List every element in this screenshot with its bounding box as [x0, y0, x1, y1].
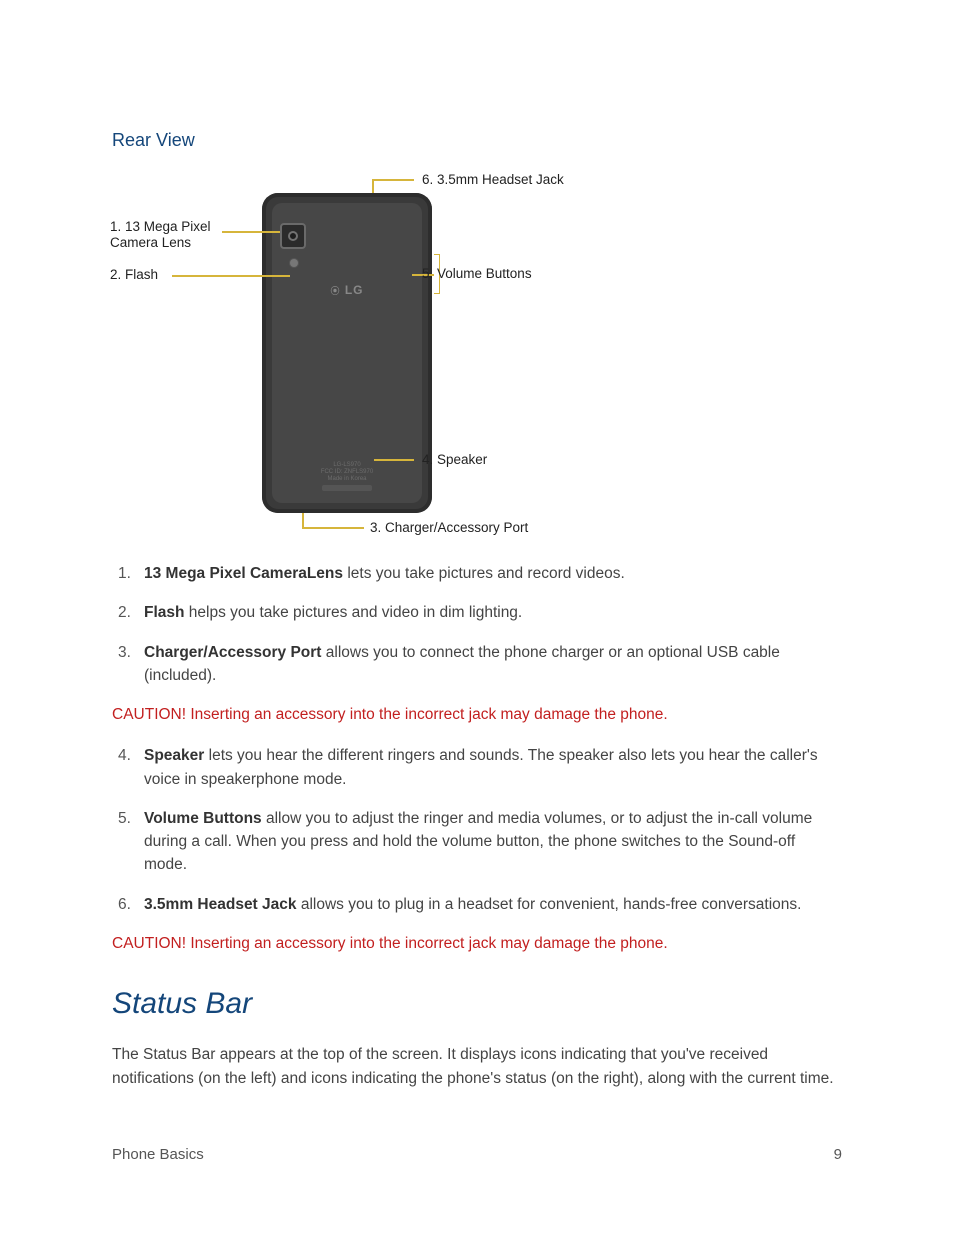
footer-page-number: 9: [834, 1146, 842, 1163]
feature-term: Speaker: [144, 747, 204, 764]
rear-view-diagram: ⦿ LG LG-LS970 FCC ID: ZNFLS970 Made in K…: [112, 169, 672, 544]
callout-label-4: 4. Speaker: [422, 452, 487, 467]
list-item: Speaker lets you hear the different ring…: [112, 744, 842, 791]
cert-text: LG-LS970 FCC ID: ZNFLS970 Made in Korea: [262, 462, 432, 483]
list-item: 3.5mm Headset Jack allows you to plug in…: [112, 893, 842, 916]
list-item: 13 Mega Pixel CameraLens lets you take p…: [112, 562, 842, 585]
speaker-grille-icon: [322, 485, 372, 491]
page-footer: Phone Basics 9: [112, 1146, 842, 1163]
feature-term: Charger/Accessory Port: [144, 644, 321, 661]
status-bar-heading: Status Bar: [112, 987, 842, 1021]
feature-desc: lets you take pictures and record videos…: [343, 565, 625, 582]
flash-led-icon: [290, 259, 298, 267]
lg-logo: ⦿ LG: [262, 283, 432, 297]
list-item: Charger/Accessory Port allows you to con…: [112, 641, 842, 688]
list-item: Flash helps you take pictures and video …: [112, 601, 842, 624]
footer-section-title: Phone Basics: [112, 1146, 204, 1163]
feature-list-a: 13 Mega Pixel CameraLens lets you take p…: [112, 562, 842, 687]
caution-note-1: CAUTION! Inserting an accessory into the…: [112, 703, 842, 726]
list-item: Volume Buttons allow you to adjust the r…: [112, 807, 842, 877]
feature-term: 3.5mm Headset Jack: [144, 896, 297, 913]
callout-lead-6v: [372, 179, 374, 193]
feature-desc: allows you to plug in a headset for conv…: [297, 896, 802, 913]
phone-rear-shell: ⦿ LG LG-LS970 FCC ID: ZNFLS970 Made in K…: [262, 193, 432, 513]
feature-term: Flash: [144, 604, 184, 621]
callout-lead-2: [172, 275, 290, 277]
callout-lead-1: [222, 231, 280, 233]
feature-desc: helps you take pictures and video in dim…: [184, 604, 522, 621]
callout-label-2: 2. Flash: [110, 267, 158, 282]
callout-label-5: 5. Volume Buttons: [422, 266, 532, 281]
feature-term: Volume Buttons: [144, 810, 262, 827]
callout-label-6: 6. 3.5mm Headset Jack: [422, 172, 564, 187]
callout-lead-3v: [302, 513, 304, 527]
rear-view-heading: Rear View: [112, 130, 842, 151]
status-bar-body: The Status Bar appears at the top of the…: [112, 1043, 842, 1091]
feature-list-b: Speaker lets you hear the different ring…: [112, 744, 842, 916]
feature-desc: lets you hear the different ringers and …: [144, 747, 818, 787]
callout-label-1: 1. 13 Mega Pixel Camera Lens: [110, 219, 218, 250]
callout-label-3: 3. Charger/Accessory Port: [370, 520, 528, 535]
caution-note-2: CAUTION! Inserting an accessory into the…: [112, 932, 842, 955]
lg-logo-text: LG: [345, 283, 364, 297]
camera-module-icon: [280, 223, 306, 249]
callout-lead-6: [372, 179, 414, 181]
feature-term: 13 Mega Pixel CameraLens: [144, 565, 343, 582]
camera-lens-icon: [288, 231, 298, 241]
callout-lead-4: [374, 459, 414, 461]
callout-lead-3: [302, 527, 364, 529]
